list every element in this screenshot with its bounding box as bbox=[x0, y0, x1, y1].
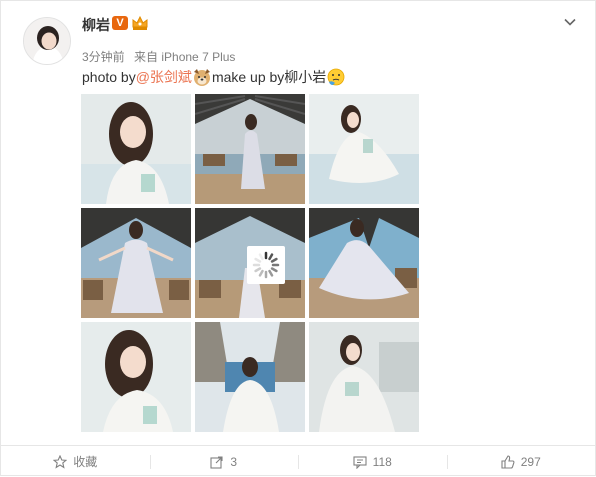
photo-9[interactable] bbox=[309, 322, 419, 432]
post-text: photo by @张剑斌 make up by柳小岩 bbox=[82, 67, 346, 87]
comment-count: 118 bbox=[372, 454, 392, 469]
thinking-face-icon bbox=[326, 67, 346, 87]
photo-2[interactable] bbox=[195, 94, 305, 204]
comment-icon bbox=[353, 455, 367, 469]
repost-button[interactable]: 3 bbox=[149, 446, 299, 477]
favorite-label: 收藏 bbox=[73, 455, 98, 469]
star-icon bbox=[53, 454, 68, 469]
avatar-portrait bbox=[24, 18, 70, 64]
like-count: 297 bbox=[520, 454, 541, 469]
post-text-suffix: make up by柳小岩 bbox=[211, 69, 327, 85]
post-source[interactable]: 来自 iPhone 7 Plus bbox=[134, 50, 235, 64]
username[interactable]: 柳岩 bbox=[82, 15, 110, 35]
action-bar: 收藏 3 118 297 bbox=[1, 445, 595, 477]
dog-face-icon bbox=[192, 67, 212, 87]
photo-6[interactable] bbox=[309, 208, 419, 318]
mention-link[interactable]: @张剑斌 bbox=[136, 67, 192, 87]
chevron-down-icon[interactable] bbox=[563, 15, 577, 29]
like-button[interactable]: 297 bbox=[446, 446, 596, 477]
favorite-button[interactable]: 收藏 bbox=[1, 446, 150, 477]
share-icon bbox=[210, 455, 223, 469]
photo-7[interactable] bbox=[81, 322, 191, 432]
loading-spinner-icon bbox=[247, 246, 285, 284]
weibo-post-card: 柳岩 V 3分钟前 来自 iPhone 7 Plus photo by @张剑斌 bbox=[0, 0, 596, 476]
avatar[interactable] bbox=[23, 17, 71, 65]
photo-8[interactable] bbox=[195, 322, 305, 432]
photo-1[interactable] bbox=[81, 94, 191, 204]
crown-icon[interactable] bbox=[131, 15, 149, 31]
verified-badge[interactable]: V bbox=[112, 16, 128, 30]
post-text-prefix: photo by bbox=[82, 69, 136, 85]
post-meta: 3分钟前 来自 iPhone 7 Plus bbox=[82, 48, 235, 65]
post-time[interactable]: 3分钟前 bbox=[82, 50, 125, 64]
repost-count: 3 bbox=[230, 454, 238, 469]
comment-button[interactable]: 118 bbox=[298, 446, 447, 477]
photo-4[interactable] bbox=[81, 208, 191, 318]
thumbs-up-icon bbox=[501, 454, 515, 469]
photo-3[interactable] bbox=[309, 94, 419, 204]
